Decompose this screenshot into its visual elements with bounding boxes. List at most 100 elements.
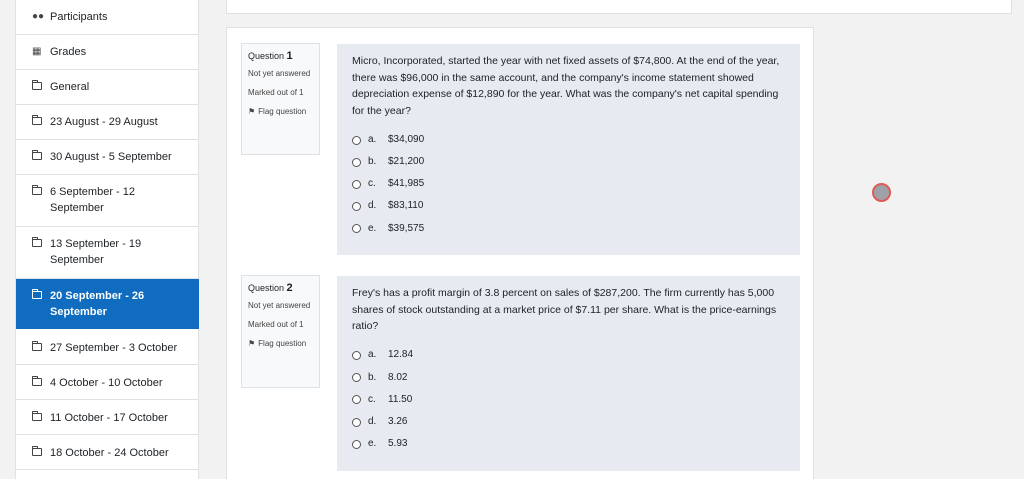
option-value: 3.26: [388, 415, 408, 427]
answer-option-b[interactable]: b. $21,200: [352, 151, 785, 173]
radio-button[interactable]: [352, 373, 361, 383]
option-letter: a.: [368, 349, 377, 361]
folder-icon: [32, 288, 44, 304]
option-letter: e.: [368, 438, 377, 450]
sidebar-item-grades[interactable]: ▦ Grades: [16, 35, 199, 70]
option-value: 11.50: [388, 393, 413, 405]
answer-option-b[interactable]: b. 8.02: [352, 367, 785, 389]
sidebar-item-week-6-september[interactable]: 6 September - 12 September: [16, 175, 199, 227]
option-value: $39,575: [388, 222, 425, 234]
option-letter: c.: [368, 178, 376, 190]
question-label: Question: [248, 283, 285, 293]
radio-button[interactable]: [352, 157, 361, 167]
question-number-value: 2: [286, 282, 293, 294]
option-value: 5.93: [388, 438, 408, 450]
flag-question-link[interactable]: ⚑ Flag question: [248, 105, 313, 118]
question-1-info: Question 1 Not yet answered Marked out o…: [241, 43, 320, 155]
sidebar-item-week-27-september[interactable]: 27 September - 3 October: [16, 330, 199, 365]
folder-icon: [32, 375, 44, 391]
participants-icon: ●●: [32, 11, 45, 22]
sidebar-item-label: General: [50, 81, 90, 93]
option-value: $83,110: [388, 200, 424, 212]
answer-option-c[interactable]: c. 11.50: [352, 389, 785, 411]
option-letter: b.: [368, 371, 377, 383]
radio-button[interactable]: [352, 395, 361, 405]
radio-button[interactable]: [352, 224, 361, 234]
sidebar-item-week-4-october[interactable]: 4 October - 10 October: [16, 365, 199, 400]
answer-option-a[interactable]: a. $34,090: [352, 129, 785, 151]
page-header-card: [226, 0, 1012, 14]
option-value: $41,985: [388, 178, 425, 190]
sidebar-item-label: 11 October - 17 October: [50, 412, 168, 424]
sidebar-item-label: 23 August - 29 August: [50, 116, 158, 128]
answer-options: a. 12.84 b. 8.02 c. 11.50 d. 3.26 e. 5.9…: [352, 345, 785, 456]
radio-button[interactable]: [352, 417, 361, 427]
sidebar-item-label: 20 September - 26 September: [50, 290, 145, 318]
question-marks: Marked out of 1: [248, 320, 304, 329]
option-letter: d.: [368, 415, 377, 427]
radio-button[interactable]: [352, 351, 361, 361]
question-marks: Marked out of 1: [248, 88, 304, 97]
flag-label: Flag question: [258, 339, 307, 348]
sidebar-item-week-20-september[interactable]: 20 September - 26 September: [16, 279, 199, 329]
question-number: Question 2: [248, 282, 313, 295]
question-state: Not yet answered: [248, 301, 311, 310]
answer-option-d[interactable]: d. $83,110: [352, 196, 785, 218]
question-2-content: Frey's has a profit margin of 3.8 percen…: [337, 276, 800, 471]
option-letter: e.: [368, 222, 377, 234]
sidebar-item-label: 4 October - 10 October: [50, 377, 163, 389]
answer-option-a[interactable]: a. 12.84: [352, 345, 785, 367]
answer-option-c[interactable]: c. $41,985: [352, 173, 785, 195]
radio-button[interactable]: [352, 439, 361, 449]
option-letter: a.: [368, 133, 377, 145]
flag-icon: ⚑: [248, 339, 256, 348]
question-text: Frey's has a profit margin of 3.8 percen…: [352, 287, 777, 332]
radio-button[interactable]: [352, 202, 361, 212]
sidebar-item-label: 6 September - 12 September: [50, 186, 135, 214]
question-number: Question 1: [248, 50, 313, 63]
folder-icon: [32, 149, 44, 165]
sidebar-item-week-11-october[interactable]: 11 October - 17 October: [16, 400, 199, 435]
question-label: Question: [248, 51, 285, 61]
question-1-content: Micro, Incorporated, started the year wi…: [337, 44, 800, 255]
answer-option-d[interactable]: d. 3.26: [352, 411, 785, 433]
option-letter: b.: [368, 156, 377, 168]
question-number-value: 1: [286, 50, 293, 62]
folder-icon: [32, 340, 44, 356]
grades-icon: ▦: [32, 46, 42, 57]
sidebar-item-week-13-september[interactable]: 13 September - 19 September: [16, 227, 199, 279]
folder-icon: [32, 236, 44, 252]
flag-question-link[interactable]: ⚑ Flag question: [248, 337, 313, 350]
answer-option-e[interactable]: e. $39,575: [352, 218, 785, 240]
radio-button[interactable]: [352, 179, 361, 189]
answer-option-e[interactable]: e. 5.93: [352, 433, 785, 455]
sidebar-item-general[interactable]: General: [16, 70, 199, 105]
option-letter: c.: [368, 393, 376, 405]
folder-icon: [32, 79, 44, 95]
folder-icon: [32, 184, 44, 200]
option-value: $34,090: [388, 133, 425, 145]
sidebar-item-week-23-august[interactable]: 23 August - 29 August: [16, 105, 199, 140]
option-value: 12.84: [388, 349, 414, 361]
mouse-cursor-indicator: [872, 183, 891, 202]
option-value: $21,200: [388, 156, 425, 168]
folder-icon: [32, 114, 44, 130]
sidebar-item-week-30-august[interactable]: 30 August - 5 September: [16, 140, 199, 175]
sidebar-item-label: 30 August - 5 September: [50, 151, 172, 163]
question-state: Not yet answered: [248, 69, 311, 78]
sidebar-item-week-18-october[interactable]: 18 October - 24 October: [16, 435, 199, 470]
folder-icon: [32, 445, 44, 461]
sidebar-item-participants[interactable]: ●● Participants: [16, 0, 199, 35]
flag-label: Flag question: [258, 107, 307, 116]
sidebar-item-label: 27 September - 3 October: [50, 342, 178, 354]
course-index-sidebar: ●● Participants ▦ Grades General 23 Augu…: [15, 0, 199, 479]
answer-options: a. $34,090 b. $21,200 c. $41,985 d. $83,…: [352, 129, 785, 240]
option-value: 8.02: [388, 371, 408, 383]
sidebar-item-label: Grades: [50, 46, 87, 58]
radio-button[interactable]: [352, 135, 361, 145]
question-text: Micro, Incorporated, started the year wi…: [352, 55, 780, 117]
quiz-attempt-region: Question 1 Not yet answered Marked out o…: [226, 27, 814, 479]
question-2-info: Question 2 Not yet answered Marked out o…: [241, 275, 320, 388]
sidebar-item-label: 18 October - 24 October: [50, 447, 169, 459]
sidebar-item-label: 13 September - 19 September: [50, 238, 142, 266]
